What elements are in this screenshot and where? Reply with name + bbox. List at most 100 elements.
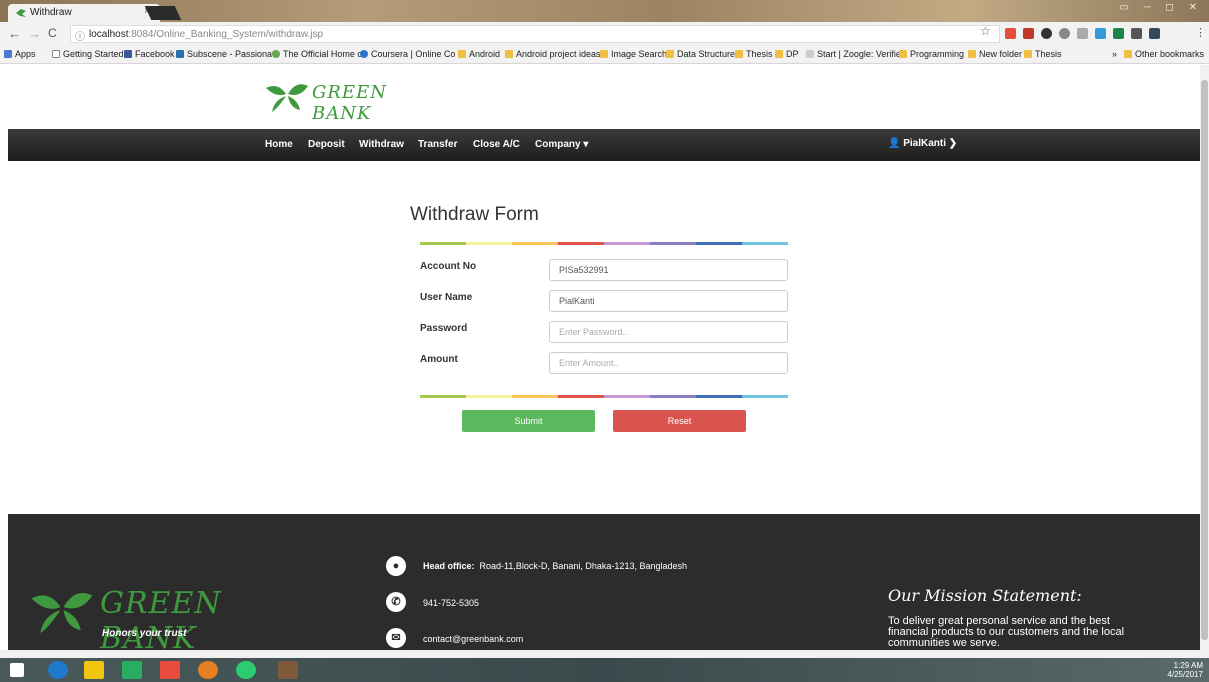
bookmark-item[interactable]: Thesis [1024,49,1062,59]
folder-icon [600,50,608,58]
extension-green-icon[interactable] [1113,28,1124,39]
nav-close-ac[interactable]: Close A/C [473,139,520,150]
nav-home[interactable]: Home [265,139,293,150]
page-icon [52,50,60,58]
new-tab-button[interactable] [144,6,182,20]
globe-app-icon[interactable] [236,661,256,679]
extension-shield-icon[interactable] [1149,28,1160,39]
mission-title: Our Mission Statement: [888,586,1082,605]
bookmark-item[interactable]: Android project ideas [505,49,601,59]
page-icon [806,50,814,58]
bookmark-item[interactable]: New folder [968,49,1022,59]
footer-tagline: Honors your trust [102,628,187,639]
main-navbar: Home Deposit Withdraw Transfer Close A/C… [8,129,1200,161]
bookmark-item[interactable]: Subscene - Passionate [176,49,280,59]
windows-taskbar: 1:29 AM 4/25/2017 [0,658,1209,682]
bookmark-item[interactable]: Thesis [735,49,773,59]
user-name-field[interactable] [549,290,788,312]
horizontal-scrollbar[interactable] [0,650,1209,658]
nav-company-dropdown[interactable]: Company ▾ [535,139,588,150]
other-bookmarks[interactable]: Other bookmarks [1124,49,1204,59]
extension-puzzle-icon[interactable] [1077,28,1088,39]
tab-title: Withdraw [30,7,72,18]
store-icon[interactable] [122,661,142,679]
amount-field[interactable] [549,352,788,374]
bookmark-item[interactable]: Start | Zoogle: Verifie [806,49,901,59]
footer: GREEN BANK Honors your trust ● Head offi… [8,514,1200,650]
bookmark-item[interactable]: Facebook [124,49,175,59]
browser-titlebar: Withdraw × ▭ ─ ◻ ✕ [0,0,1209,22]
extension-blue-icon[interactable] [1095,28,1106,39]
bookmark-item[interactable]: The Official Home of [272,49,365,59]
location-pin-icon: ● [386,556,406,576]
nav-withdraw[interactable]: Withdraw [359,139,404,150]
password-field[interactable] [549,321,788,343]
file-explorer-icon[interactable] [84,661,104,679]
folder-icon [735,50,743,58]
url-path: :8084/Online_Banking_System/withdraw.jsp [128,29,324,40]
reset-button[interactable]: Reset [613,410,746,432]
url-host: localhost [89,29,129,40]
url-field[interactable]: ⓘ localhost:8084/Online_Banking_System/w… [70,25,1000,43]
clock-time: 1:29 AM [1173,661,1203,670]
folder-icon [1024,50,1032,58]
app-icon[interactable] [160,661,180,679]
folder-icon [505,50,513,58]
email-link[interactable]: contact@greenbank.com [423,634,523,644]
bookmark-item[interactable]: Getting Started [52,49,124,59]
menu-kebab-icon[interactable]: ⋮ [1195,26,1206,39]
back-arrow-icon[interactable]: ← [8,26,21,41]
mission-text: To deliver great personal service and th… [888,615,1125,649]
folder-icon [775,50,783,58]
bookmarks-overflow-icon[interactable]: » [1112,49,1117,59]
bookmark-item[interactable]: Programming [899,49,964,59]
extension-cloud-icon[interactable] [1041,28,1052,39]
forward-arrow-icon[interactable]: → [28,26,41,41]
leaf-favicon-icon [16,9,26,17]
bookmark-item[interactable]: DP [775,49,799,59]
vertical-scrollbar-thumb[interactable] [1201,80,1208,640]
submit-button[interactable]: Submit [462,410,595,432]
site-logo[interactable]: GREEN BANK [264,78,404,124]
account-no-field[interactable] [549,259,788,281]
extension-abp-icon[interactable] [1005,28,1016,39]
extension-red-icon[interactable] [1023,28,1034,39]
chrome-icon[interactable] [198,661,218,679]
head-office-text: Head office: Road-11,Block-D, Banani, Dh… [423,561,687,571]
leaf-logo-icon [31,592,93,634]
bookmark-item[interactable]: Android [458,49,500,59]
folder-icon [899,50,907,58]
nav-user-menu[interactable]: 👤 PialKanti ❯ [888,138,957,149]
browser-tab[interactable]: Withdraw × [8,4,160,22]
reload-icon[interactable]: C [48,26,57,40]
clock-date: 4/25/2017 [1167,670,1203,679]
coursera-icon [360,50,368,58]
settings-app-icon[interactable] [278,661,298,679]
window-controls[interactable]: ▭ ─ ◻ ✕ [1119,2,1203,13]
apps-grid-icon [4,50,12,58]
extension-gray-icon[interactable] [1059,28,1070,39]
user-name-label: User Name [420,292,473,303]
amount-label: Amount [420,354,458,365]
nav-transfer[interactable]: Transfer [418,139,457,150]
logo-text: GREEN BANK [312,82,387,124]
address-bar-row: ← → C ⓘ localhost:8084/Online_Banking_Sy… [0,22,1209,46]
extension-mail-icon[interactable] [1131,28,1142,39]
footer-logo-text: GREEN BANK [100,586,222,650]
folder-icon [458,50,466,58]
page-viewport: GREEN BANK Home Deposit Withdraw Transfe… [0,65,1200,650]
user-icon: 👤 [888,138,904,149]
folder-icon [666,50,674,58]
windows-start-icon[interactable] [10,663,24,677]
info-icon: ⓘ [75,32,85,43]
system-clock[interactable]: 1:29 AM 4/25/2017 [1167,661,1203,679]
password-label: Password [420,323,468,334]
internet-explorer-icon[interactable] [48,661,68,679]
bookmark-star-icon[interactable]: ☆ [980,24,991,38]
bookmark-item[interactable]: Coursera | Online Co [360,49,455,59]
bookmark-item[interactable]: Data Structure [666,49,735,59]
nav-deposit[interactable]: Deposit [308,139,345,150]
bookmark-item[interactable]: Image Search [600,49,667,59]
subscene-icon [176,50,184,58]
bookmark-item[interactable]: Apps [4,49,36,59]
